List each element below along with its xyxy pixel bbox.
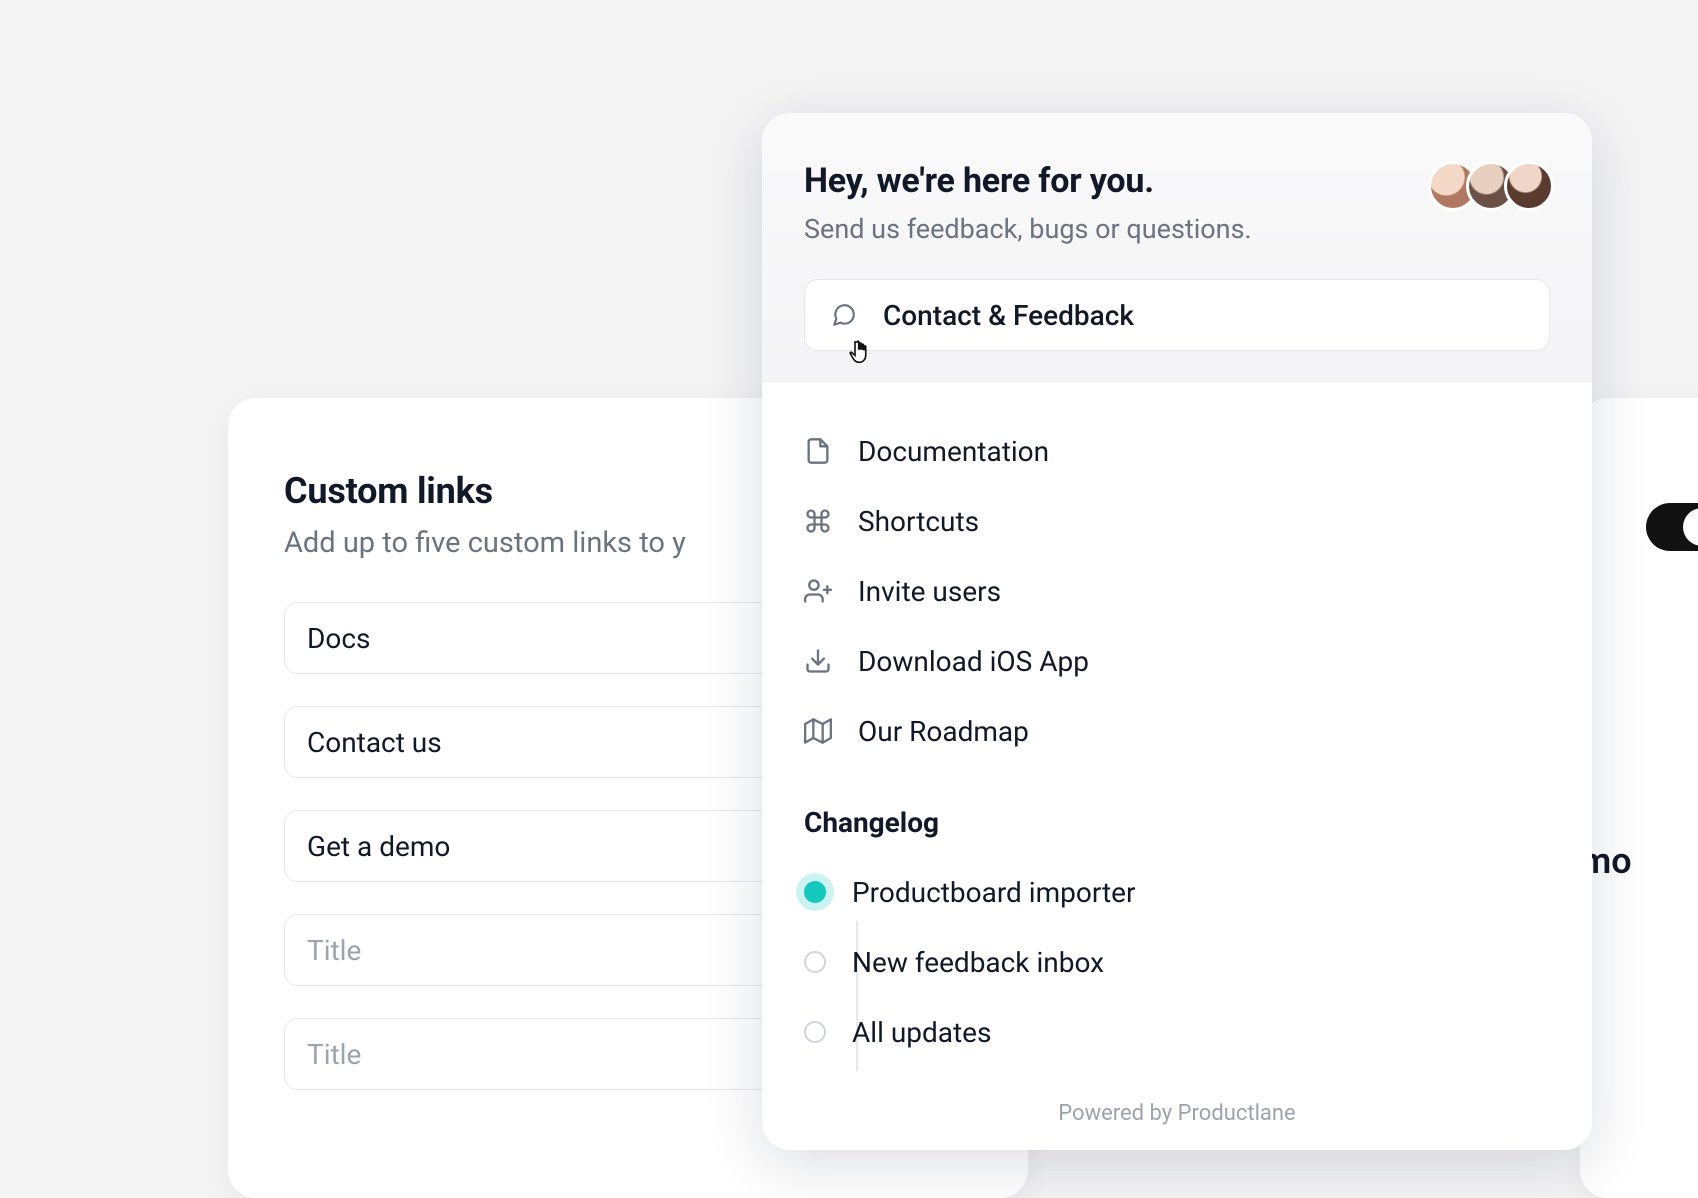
changelog-item[interactable]: New feedback inbox — [804, 927, 1550, 997]
help-widget-subtitle: Send us feedback, bugs or questions. — [804, 213, 1550, 245]
menu-item-label: Shortcuts — [858, 505, 979, 538]
contact-feedback-button[interactable]: Contact & Feedback — [804, 279, 1550, 351]
team-avatars — [1440, 161, 1554, 211]
help-widget-header: Hey, we're here for you. Send us feedbac… — [762, 113, 1592, 382]
file-icon — [804, 437, 832, 465]
changelog-item-label: New feedback inbox — [852, 946, 1104, 979]
menu-item-roadmap[interactable]: Our Roadmap — [804, 696, 1550, 766]
menu-item-label: Documentation — [858, 435, 1049, 468]
changelog-item-label: Productboard importer — [852, 876, 1136, 909]
toggle-switch[interactable] — [1646, 503, 1698, 551]
menu-item-invite-users[interactable]: Invite users — [804, 556, 1550, 626]
command-icon — [804, 507, 832, 535]
changelog-heading: Changelog — [804, 806, 1550, 839]
user-plus-icon — [804, 577, 832, 605]
changelog-item[interactable]: All updates — [804, 997, 1550, 1067]
map-icon — [804, 717, 832, 745]
menu-item-label: Invite users — [858, 575, 1001, 608]
menu-item-download-ios[interactable]: Download iOS App — [804, 626, 1550, 696]
menu-item-label: Download iOS App — [858, 645, 1089, 678]
changelog-item[interactable]: Productboard importer — [804, 857, 1550, 927]
changelog-dot-icon — [804, 1021, 826, 1043]
menu-item-label: Our Roadmap — [858, 715, 1029, 748]
menu-item-documentation[interactable]: Documentation — [804, 416, 1550, 486]
changelog-dot-active-icon — [804, 881, 826, 903]
changelog-dot-icon — [804, 951, 826, 973]
download-icon — [804, 647, 832, 675]
help-widget: Hey, we're here for you. Send us feedbac… — [762, 113, 1592, 1150]
powered-by-label[interactable]: Powered by Productlane — [804, 1067, 1550, 1150]
menu-item-shortcuts[interactable]: Shortcuts — [804, 486, 1550, 556]
contact-feedback-label: Contact & Feedback — [883, 299, 1134, 332]
chat-icon — [831, 302, 857, 328]
canvas: mo Custom links Add up to five custom li… — [0, 0, 1698, 1140]
changelog-item-label: All updates — [852, 1016, 991, 1049]
avatar — [1504, 161, 1554, 211]
